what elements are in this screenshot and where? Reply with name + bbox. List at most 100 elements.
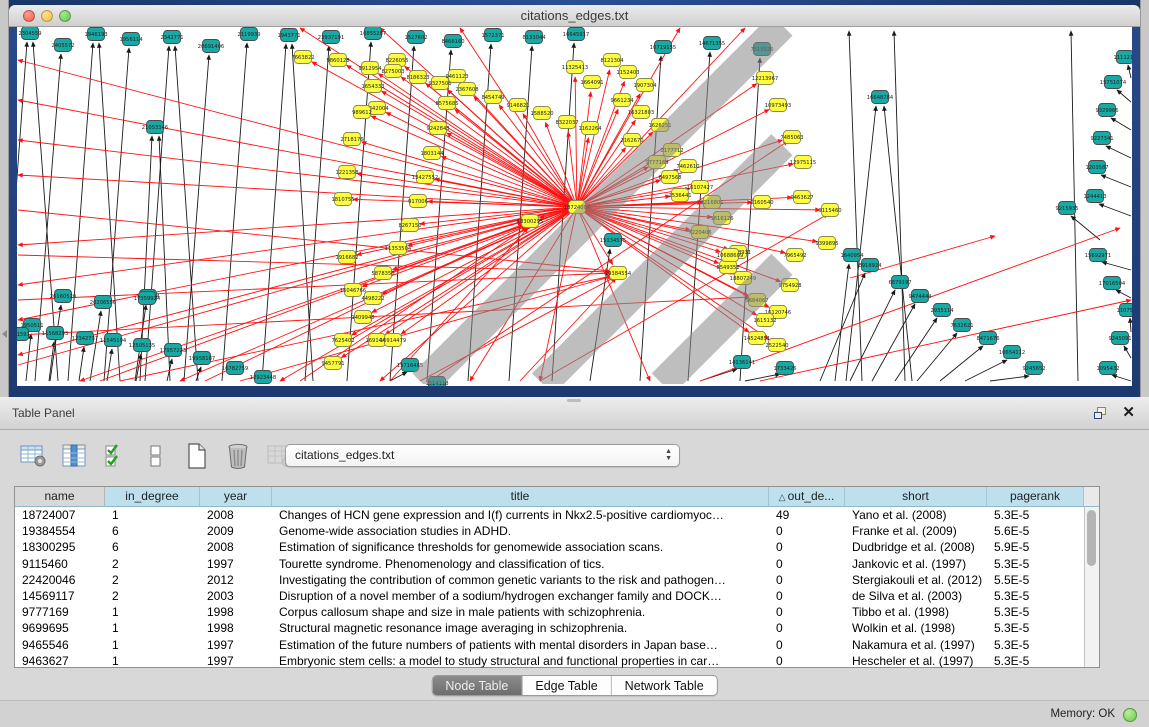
table-cell: Structural magnetic resonance image aver… — [272, 620, 769, 636]
new-document-icon — [185, 442, 209, 470]
table-cell: Jankovic et al. (1997) — [845, 556, 987, 572]
table-cell: 0 — [769, 604, 845, 620]
scrollbar-thumb[interactable] — [1087, 510, 1096, 566]
table-cell: 1997 — [200, 653, 272, 669]
table-cell: 1 — [105, 604, 200, 620]
select-all-rows-button[interactable] — [100, 441, 130, 471]
column-header-out-degree[interactable]: △out_de... — [769, 487, 845, 507]
window-title: citations_edges.txt — [9, 5, 1140, 27]
column-header-name[interactable]: name — [15, 487, 105, 507]
table-panel: Table Panel ✕ — [0, 397, 1149, 727]
app-right-gutter — [1140, 0, 1149, 397]
table-toolbar: f(x) citations_edges.txt ▲▼ — [0, 430, 1149, 483]
table-cell: 5.9E-5 — [987, 539, 1084, 555]
table-header-row: name in_degree year title △out_de... sho… — [15, 487, 1099, 507]
table-cell: 1 — [105, 653, 200, 669]
table-row[interactable]: 969969511998Structural magnetic resonanc… — [15, 620, 1099, 636]
table-row[interactable]: 946554611997Estimation of the future num… — [15, 637, 1099, 653]
table-cell: 1998 — [200, 604, 272, 620]
tab-edge-table[interactable]: Edge Table — [521, 676, 610, 695]
select-column-button[interactable] — [59, 441, 89, 471]
table-select-dropdown[interactable]: citations_edges.txt ▲▼ — [285, 444, 680, 467]
network-edge[interactable] — [1130, 318, 1131, 332]
table-settings-button[interactable] — [18, 441, 48, 471]
table-row[interactable]: 977716911998Corpus callosum shape and si… — [15, 604, 1099, 620]
table-tab-bar: Node Table Edge Table Network Table — [0, 672, 1149, 702]
checkboxes-icon — [103, 443, 127, 469]
table-cell: 1 — [105, 507, 200, 523]
table-row[interactable]: 2242004622012Investigating the contribut… — [15, 572, 1099, 588]
table-row[interactable]: 1456911722003Disruption of a novel membe… — [15, 588, 1099, 604]
table-cell: 5.5E-5 — [987, 572, 1084, 588]
table-cell: 0 — [769, 653, 845, 669]
table-cell: 1 — [105, 620, 200, 636]
window-titlebar[interactable]: citations_edges.txt — [9, 5, 1140, 27]
table-cell: Disruption of a novel member of a sodium… — [272, 588, 769, 604]
table-cell: 18300295 — [15, 539, 105, 555]
table-row[interactable]: 1938455462009Genome-wide association stu… — [15, 523, 1099, 539]
table-column-icon — [60, 444, 88, 468]
network-canvas[interactable]: 1872400718300295193845542304559240557219… — [17, 27, 1132, 386]
dropdown-stepper-icon: ▲▼ — [665, 448, 672, 462]
new-table-button[interactable] — [182, 441, 212, 471]
table-cell: Franke et al. (2009) — [845, 523, 987, 539]
table-cell: 6 — [105, 539, 200, 555]
column-header-year[interactable]: year — [200, 487, 272, 507]
column-header-title[interactable]: title — [272, 487, 769, 507]
table-cell: 5.3E-5 — [987, 604, 1084, 620]
table-cell: Genome-wide association studies in ADHD. — [272, 523, 769, 539]
table-cell: 9463627 — [15, 653, 105, 669]
table-gear-icon — [19, 444, 47, 468]
tab-node-table[interactable]: Node Table — [432, 676, 521, 695]
table-row[interactable]: 946362711997Embryonic stem cells: a mode… — [15, 653, 1099, 669]
table-row[interactable]: 1830029562008Estimation of significance … — [15, 539, 1099, 555]
table-cell: 2008 — [200, 507, 272, 523]
panel-collapse-arrow-icon[interactable] — [2, 330, 7, 338]
empty-checkboxes-icon — [148, 443, 164, 469]
table-cell: 18724007 — [15, 507, 105, 523]
table-cell: 0 — [769, 620, 845, 636]
node-attribute-table[interactable]: name in_degree year title △out_de... sho… — [14, 486, 1100, 668]
table-cell: 2008 — [200, 539, 272, 555]
table-select-value: citations_edges.txt — [295, 448, 394, 462]
table-cell: Hescheler et al. (1997) — [845, 653, 987, 669]
deselect-rows-button[interactable] — [141, 441, 171, 471]
float-panel-icon[interactable] — [1094, 407, 1108, 420]
column-header-in-degree[interactable]: in_degree — [105, 487, 200, 507]
sort-ascending-icon: △ — [779, 492, 786, 502]
table-cell: Tibbo et al. (1998) — [845, 604, 987, 620]
table-cell: Embryonic stem cells: a model to study s… — [272, 653, 769, 669]
table-cell: Tourette syndrome. Phenomenology and cla… — [272, 556, 769, 572]
splitter-handle[interactable] — [567, 399, 581, 402]
table-vertical-scrollbar[interactable] — [1084, 507, 1099, 667]
memory-ok-indicator[interactable] — [1123, 708, 1137, 722]
table-cell: 5.3E-5 — [987, 507, 1084, 523]
table-cell: 2003 — [200, 588, 272, 604]
canvas-resize-grip[interactable] — [17, 27, 1130, 384]
table-cell: 0 — [769, 572, 845, 588]
close-panel-icon[interactable]: ✕ — [1122, 404, 1135, 422]
table-cell: 2009 — [200, 523, 272, 539]
table-cell: Nakamura et al. (1997) — [845, 637, 987, 653]
trash-icon — [226, 442, 250, 470]
table-cell: Changes of HCN gene expression and I(f) … — [272, 507, 769, 523]
table-cell: 2 — [105, 556, 200, 572]
table-row[interactable]: 1872400712008Changes of HCN gene express… — [15, 507, 1099, 523]
scrollbar-header-spacer — [1084, 487, 1099, 507]
table-cell: Investigating the contribution of common… — [272, 572, 769, 588]
tab-network-table[interactable]: Network Table — [611, 676, 717, 695]
column-header-pagerank[interactable]: pagerank — [987, 487, 1084, 507]
table-row[interactable]: 911546021997Tourette syndrome. Phenomeno… — [15, 556, 1099, 572]
table-cell: Yano et al. (2008) — [845, 507, 987, 523]
table-cell: 1 — [105, 637, 200, 653]
column-header-short[interactable]: short — [845, 487, 987, 507]
table-cell: 14569117 — [15, 588, 105, 604]
table-body[interactable]: 1872400712008Changes of HCN gene express… — [15, 507, 1099, 669]
memory-status-label: Memory: OK — [1050, 701, 1115, 727]
table-cell: 2012 — [200, 572, 272, 588]
table-cell: 9777169 — [15, 604, 105, 620]
table-cell: 9699695 — [15, 620, 105, 636]
table-cell: Dudbridge et al. (2008) — [845, 539, 987, 555]
table-cell: Corpus callosum shape and size in male p… — [272, 604, 769, 620]
delete-table-button[interactable] — [223, 441, 253, 471]
